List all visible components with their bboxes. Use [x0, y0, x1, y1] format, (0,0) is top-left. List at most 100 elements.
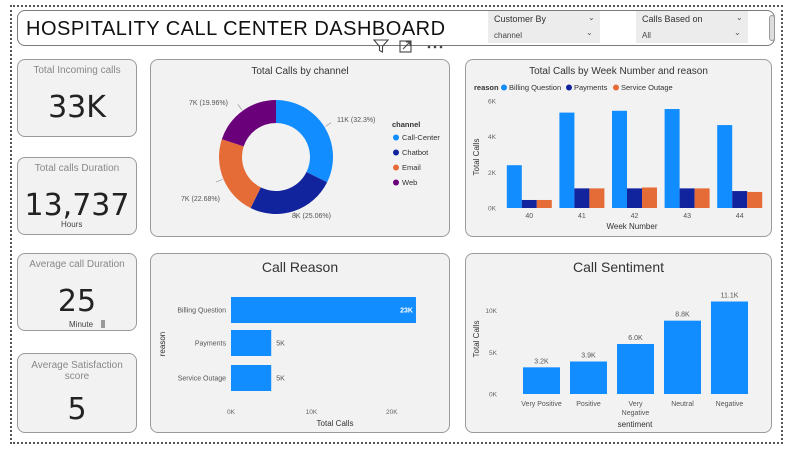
- data-label: 8.8K: [675, 312, 690, 319]
- calls-by-channel-card[interactable]: Total Calls by channel 11K (32.3%) 8K (25…: [150, 59, 450, 237]
- calls-by-week-card[interactable]: Total Calls by Week Number and reason re…: [465, 59, 772, 237]
- kpi-label: Total Incoming calls: [33, 65, 121, 76]
- bar-service-outage: [231, 365, 272, 391]
- data-label: 3.9K: [581, 353, 596, 360]
- x-axis-title: sentiment: [618, 420, 653, 429]
- x-tick-label: Negative: [716, 401, 744, 408]
- legend-marker: [566, 84, 572, 91]
- bar-payments: [231, 330, 272, 356]
- kpi-average-satisfaction[interactable]: Average Satisfaction score 5: [17, 353, 137, 433]
- kpi-value: 25: [57, 284, 97, 319]
- bar-service-outage: [642, 187, 657, 208]
- call-reason-card[interactable]: Call Reason Billing Question 23K Payments 5…: [150, 253, 450, 433]
- reason-bar-chart: Billing Question 23K Payments 5K Service Out…: [158, 297, 416, 428]
- donut-slice-call-center: [276, 100, 333, 183]
- donut-slice-web: [221, 100, 276, 147]
- slice-label: 7K (19.96%): [189, 100, 228, 107]
- calls-based-on-slicer[interactable]: Calls Based on ⌄ All ⌄: [636, 11, 748, 43]
- bar-payments: [732, 191, 748, 208]
- y-tick-label: 0K: [488, 206, 497, 213]
- bar-service-outage: [747, 191, 763, 208]
- call-sentiment-card[interactable]: Call Sentiment 0K 5K 10K 3.2K Very Positive 3…: [465, 253, 772, 433]
- x-tick-label: Very Positive: [521, 401, 562, 408]
- legend-item: Payments: [574, 83, 608, 92]
- x-axis-title: Total Calls: [317, 419, 354, 428]
- bar-billing-question: [506, 165, 522, 208]
- donut-chart: 11K (32.3%) 8K (25.06%) 7K (22.68%) 7K (19.…: [181, 100, 440, 220]
- bar-positive: [570, 361, 607, 394]
- slice-label: 8K (25.06%): [292, 213, 331, 220]
- y-tick-label: Service Outage: [178, 376, 226, 383]
- legend-title: channel: [392, 120, 420, 129]
- legend-marker: [393, 179, 399, 186]
- kpi-label: Average Satisfaction score: [31, 360, 123, 382]
- kpi-total-incoming-calls[interactable]: Total Incoming calls 33K: [17, 59, 137, 137]
- data-label: 3.2K: [534, 358, 549, 365]
- y-tick-label: 4K: [488, 134, 497, 141]
- x-tick-label: 0K: [227, 409, 236, 416]
- bar-payments: [679, 188, 695, 208]
- y-axis-title: Total Calls: [472, 321, 481, 358]
- data-label: 11.1K: [721, 293, 739, 300]
- legend-marker: [501, 84, 507, 91]
- week-bar-chart: reason Billing Question Payments Service Ou…: [472, 83, 763, 231]
- data-label: 5K: [276, 376, 285, 383]
- kpi-label: Average call Duration: [29, 259, 125, 270]
- kpi-unit: Minute: [69, 320, 94, 329]
- bar-very-positive: [523, 367, 560, 394]
- kpi-total-calls-duration[interactable]: Total calls Duration 13,737 Hours: [17, 157, 137, 235]
- customer-by-slicer[interactable]: Customer By ⌄ channel ⌄: [488, 11, 600, 43]
- y-axis-title: reason: [158, 332, 167, 356]
- x-tick-label: 44: [736, 213, 744, 220]
- donut-slice-email: [219, 139, 261, 209]
- legend-item: Billing Question: [509, 83, 561, 92]
- bar-billing-question: [231, 297, 416, 323]
- focus-mode-icon[interactable]: [399, 40, 412, 53]
- kpi-label: Total calls Duration: [34, 163, 120, 174]
- bar-service-outage: [694, 188, 710, 208]
- bar-billing-question: [717, 125, 733, 208]
- kpi-value: 33K: [48, 90, 106, 125]
- y-tick-label: 0K: [489, 392, 498, 399]
- legend-marker: [393, 164, 399, 171]
- y-tick-label: 2K: [488, 170, 497, 177]
- x-axis-title: Week Number: [607, 222, 658, 231]
- resize-handle[interactable]: [101, 320, 105, 328]
- legend-item: Web: [402, 178, 417, 187]
- kpi-average-call-duration[interactable]: Average call Duration 25 Minute: [17, 253, 137, 331]
- x-tick-label: 10K: [306, 409, 318, 416]
- kpi-value: 5: [67, 392, 87, 427]
- y-tick-label: 6K: [488, 99, 497, 106]
- chevron-down-icon: ⌄: [736, 13, 743, 22]
- bar-payments: [574, 188, 590, 208]
- kpi-unit: Hours: [61, 220, 83, 229]
- y-tick-label: Payments: [195, 341, 227, 348]
- bar-very-negative: [617, 344, 654, 394]
- x-tick-label: 43: [683, 213, 691, 220]
- legend-item: Call-Center: [402, 133, 440, 142]
- x-tick-label: Positive: [576, 401, 601, 408]
- slicer-label: Calls Based on: [642, 14, 703, 24]
- chevron-down-icon: ⌄: [588, 13, 595, 22]
- x-tick-label: 20K: [386, 409, 398, 416]
- legend-title: reason: [474, 83, 499, 92]
- bar-billing-question: [664, 109, 680, 208]
- legend-marker: [393, 149, 399, 156]
- leader-line: [215, 179, 223, 183]
- x-tick-label: Very: [628, 401, 643, 408]
- scrollbar[interactable]: [769, 15, 775, 41]
- data-label: 23K: [400, 308, 413, 315]
- y-tick-label: 5K: [489, 350, 498, 357]
- bar-negative: [711, 301, 748, 394]
- y-tick-label: 10K: [485, 308, 497, 315]
- slicer-value: All: [642, 31, 651, 40]
- x-tick-label: 40: [525, 213, 533, 220]
- chevron-down-icon[interactable]: ⌄: [586, 28, 593, 37]
- more-options-icon[interactable]: [427, 45, 443, 49]
- filter-icon[interactable]: [372, 39, 390, 53]
- x-tick-label: 41: [578, 213, 586, 220]
- y-axis-title: Total Calls: [472, 139, 481, 176]
- legend-item: Chatbot: [402, 148, 429, 157]
- chevron-down-icon[interactable]: ⌄: [734, 28, 741, 37]
- slice-label: 7K (22.68%): [181, 196, 220, 203]
